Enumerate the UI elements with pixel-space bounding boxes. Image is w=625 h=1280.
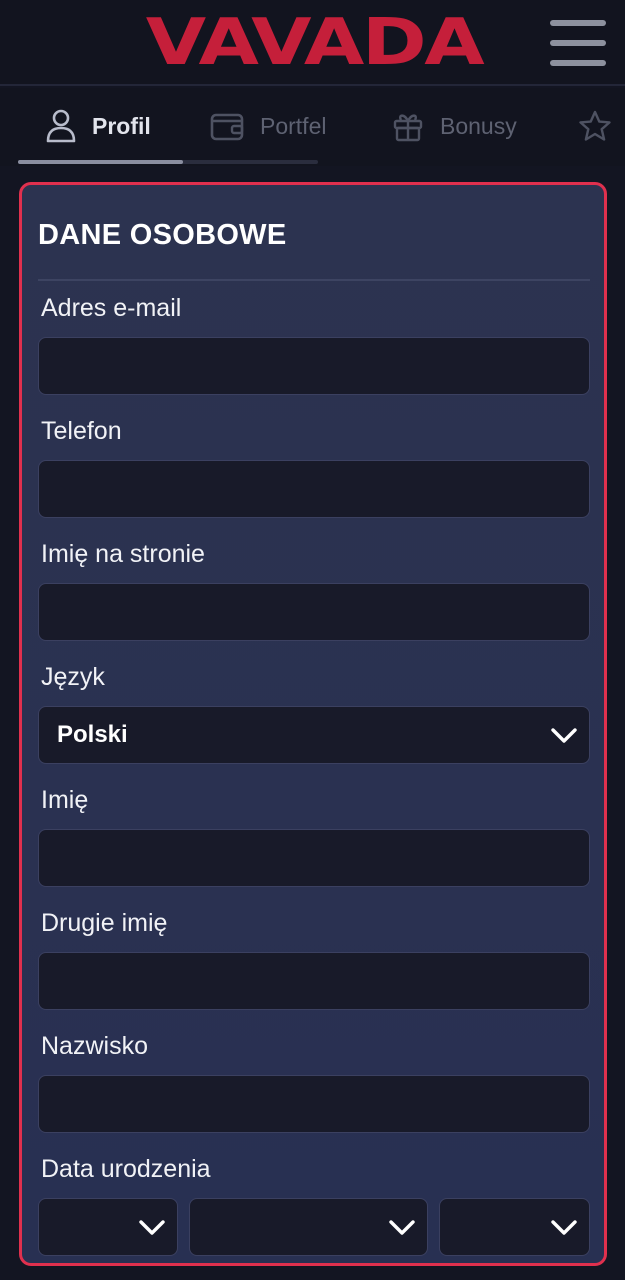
chevron-down-icon bbox=[139, 1220, 165, 1235]
chevron-down-icon bbox=[389, 1220, 415, 1235]
user-icon bbox=[46, 109, 76, 143]
tab-profil[interactable]: Profil bbox=[46, 88, 151, 164]
language-select[interactable]: Polski bbox=[38, 706, 590, 764]
tabs-scrollbar[interactable] bbox=[18, 160, 318, 164]
page-bottom bbox=[0, 1268, 625, 1280]
chevron-down-icon bbox=[551, 1220, 577, 1235]
tab-label: Bonusy bbox=[440, 112, 517, 139]
card-title: DANE OSOBOWE bbox=[38, 219, 287, 251]
tab-label: Portfel bbox=[260, 112, 327, 139]
tab-label: Profil bbox=[92, 112, 151, 139]
language-value: Polski bbox=[57, 721, 128, 748]
last-name-label: Nazwisko bbox=[41, 1032, 148, 1060]
menu-bar bbox=[550, 60, 606, 66]
hamburger-menu-icon[interactable] bbox=[550, 20, 606, 66]
vavada-logo[interactable]: VAVADA bbox=[99, 6, 528, 80]
star-icon bbox=[579, 110, 611, 141]
last-name-field[interactable] bbox=[38, 1075, 590, 1133]
tab-bonusy[interactable]: Bonusy bbox=[392, 88, 517, 164]
email-field[interactable] bbox=[38, 337, 590, 395]
tab-favorites[interactable] bbox=[578, 88, 612, 164]
first-name-field[interactable] bbox=[38, 829, 590, 887]
phone-label: Telefon bbox=[41, 417, 122, 445]
middle-name-field[interactable] bbox=[38, 952, 590, 1010]
birth-date-label: Data urodzenia bbox=[41, 1155, 211, 1183]
first-name-label: Imię bbox=[41, 786, 89, 814]
birth-month-select[interactable] bbox=[189, 1198, 428, 1256]
tabs-scrollbar-thumb[interactable] bbox=[18, 160, 183, 164]
wallet-icon bbox=[210, 113, 244, 141]
chevron-down-icon bbox=[551, 728, 577, 743]
top-header: VAVADA bbox=[0, 0, 625, 86]
account-tabs: Profil Portfel Bonusy bbox=[0, 88, 625, 166]
gift-icon bbox=[393, 114, 423, 142]
menu-bar bbox=[550, 20, 606, 26]
card-divider bbox=[38, 279, 590, 281]
tab-portfel[interactable]: Portfel bbox=[210, 88, 326, 164]
email-label: Adres e-mail bbox=[41, 294, 182, 322]
nickname-label: Imię na stronie bbox=[41, 540, 205, 568]
birth-year-select[interactable] bbox=[439, 1198, 590, 1256]
birth-day-select[interactable] bbox=[38, 1198, 178, 1256]
nickname-field[interactable] bbox=[38, 583, 590, 641]
language-label: Język bbox=[41, 663, 105, 691]
phone-field[interactable] bbox=[38, 460, 590, 518]
menu-bar bbox=[550, 40, 606, 46]
personal-data-card: DANE OSOBOWE Adres e-mail Telefon Imię n… bbox=[19, 182, 607, 1266]
middle-name-label: Drugie imię bbox=[41, 909, 168, 937]
